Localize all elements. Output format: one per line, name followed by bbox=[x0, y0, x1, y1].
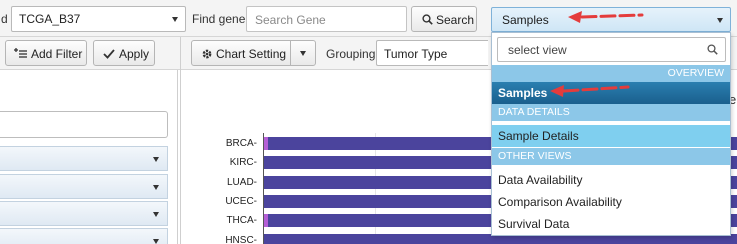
bar-segment-thca[interactable] bbox=[264, 214, 268, 228]
section-header-data-details: DATA DETAILS bbox=[492, 104, 730, 121]
y-tick-label: HNSC- bbox=[225, 234, 257, 244]
y-tick-label: LUAD- bbox=[226, 176, 257, 188]
chevron-down-icon bbox=[153, 239, 159, 244]
cohort-select-value: TCGA_B37 bbox=[19, 12, 81, 26]
bar-segment-hnsc[interactable] bbox=[264, 233, 268, 244]
filter-select-4[interactable] bbox=[0, 228, 168, 244]
chevron-down-icon bbox=[717, 18, 723, 23]
grouping-select[interactable]: Tumor Type bbox=[376, 40, 488, 66]
y-tick-label: BRCA- bbox=[225, 138, 257, 149]
cohort-label: d bbox=[1, 12, 8, 26]
view-dropdown-panel: select view OVERVIEW Samples DATA DETAIL… bbox=[491, 32, 731, 236]
find-gene-label: Find gene bbox=[192, 12, 246, 26]
search-button-label: Search bbox=[436, 13, 475, 27]
view-select-value: Samples bbox=[502, 13, 549, 27]
chart-setting-label: Chart Setting bbox=[216, 47, 287, 61]
bar-segment-brca[interactable] bbox=[264, 137, 268, 150]
annotation-arrow-icon bbox=[550, 85, 630, 97]
chart-setting-button[interactable]: Chart Setting bbox=[191, 40, 291, 66]
filter-select-1[interactable] bbox=[0, 146, 168, 171]
annotation-arrow-icon bbox=[568, 11, 644, 23]
y-tick-label: KIRC- bbox=[229, 157, 257, 169]
search-icon bbox=[707, 44, 718, 55]
search-button[interactable]: Search bbox=[411, 6, 477, 32]
view-search-placeholder: select view bbox=[508, 43, 567, 57]
option-sample-details[interactable]: Sample Details bbox=[492, 125, 730, 147]
option-survival-data[interactable]: Survival Data bbox=[492, 213, 730, 235]
add-filter-icon bbox=[14, 48, 27, 58]
grouping-select-value: Tumor Type bbox=[384, 47, 448, 61]
section-header-other-views: OTHER VIEWS bbox=[492, 148, 730, 165]
apply-button[interactable]: Apply bbox=[93, 40, 155, 66]
chevron-down-icon bbox=[172, 17, 178, 22]
check-icon bbox=[103, 49, 115, 59]
chevron-down-icon bbox=[153, 185, 159, 190]
gene-search-placeholder: Search Gene bbox=[255, 13, 326, 27]
filter-search-input[interactable] bbox=[0, 111, 168, 138]
panel-divider bbox=[180, 37, 181, 244]
cohort-select[interactable]: TCGA_B37 bbox=[11, 6, 186, 32]
gene-search-input[interactable]: Search Gene bbox=[246, 6, 407, 32]
grouping-label: Grouping bbox=[326, 47, 376, 61]
bar-segment-kirc[interactable] bbox=[264, 156, 268, 170]
add-filter-button[interactable]: Add Filter bbox=[5, 40, 87, 66]
option-comparison-availability[interactable]: Comparison Availability bbox=[492, 191, 730, 213]
bar-segment-ucec[interactable] bbox=[264, 194, 268, 208]
gear-icon bbox=[202, 49, 212, 59]
option-data-availability[interactable]: Data Availability bbox=[492, 169, 730, 191]
chevron-down-icon bbox=[300, 51, 306, 56]
add-filter-label: Add Filter bbox=[31, 47, 83, 61]
chevron-down-icon bbox=[153, 212, 159, 217]
y-tick-label: UCEC- bbox=[225, 195, 257, 207]
chevron-down-icon bbox=[153, 157, 159, 162]
y-tick-label: THCA- bbox=[226, 215, 257, 227]
filter-select-3[interactable] bbox=[0, 201, 168, 226]
bar-segment-luad[interactable] bbox=[264, 175, 268, 189]
view-search-input[interactable]: select view bbox=[497, 37, 726, 62]
search-icon bbox=[422, 14, 433, 25]
apply-label: Apply bbox=[119, 47, 150, 61]
chart-setting-dropdown-button[interactable] bbox=[290, 40, 316, 66]
filter-select-2[interactable] bbox=[0, 174, 168, 199]
